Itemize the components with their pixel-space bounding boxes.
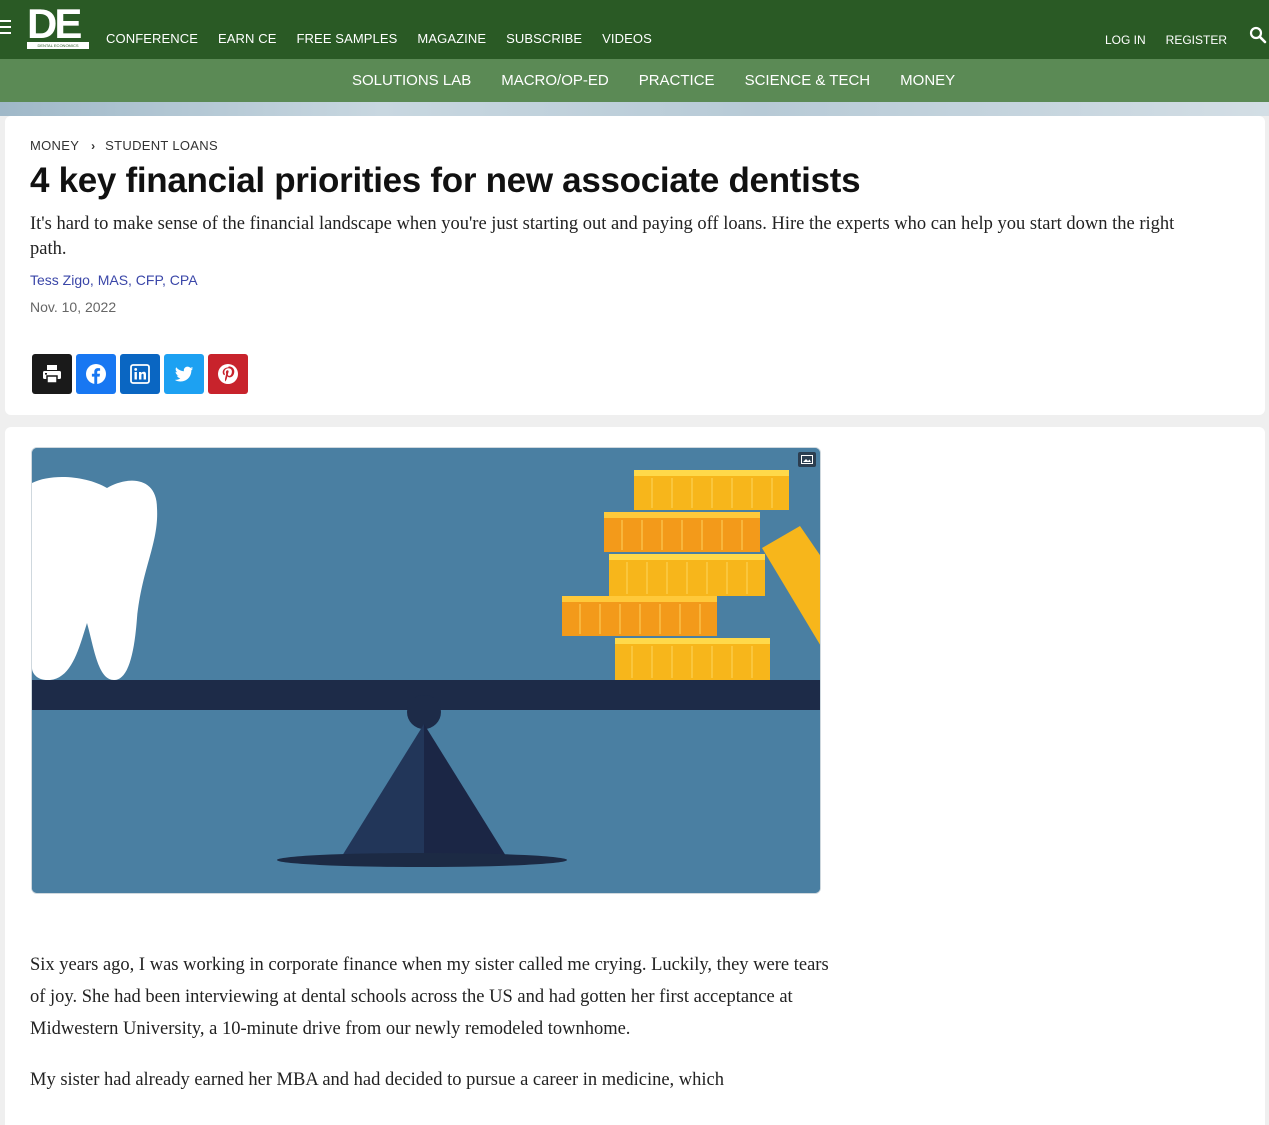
article-hero-image <box>32 448 820 893</box>
print-button[interactable] <box>32 354 72 394</box>
nav-earn-ce[interactable]: EARN CE <box>218 31 277 46</box>
nav-magazine[interactable]: MAGAZINE <box>417 31 486 46</box>
breadcrumb-money[interactable]: MONEY <box>30 138 79 153</box>
print-icon <box>43 365 61 384</box>
linkedin-icon <box>130 364 150 384</box>
article-dek: It's hard to make sense of the financial… <box>30 214 1175 259</box>
facebook-icon <box>86 364 106 384</box>
publish-date: Nov. 10, 2022 <box>30 299 117 315</box>
chevron-right-icon: › <box>91 138 96 153</box>
nav-conference[interactable]: CONFERENCE <box>106 31 198 46</box>
article-paragraph: My sister had already earned her MBA and… <box>30 1070 725 1090</box>
section-macro-op-ed[interactable]: MACRO/OP-ED <box>501 72 609 89</box>
hamburger-menu-icon[interactable] <box>0 20 12 34</box>
login-link[interactable]: LOG IN <box>1105 33 1146 47</box>
share-buttons <box>32 354 248 394</box>
twitter-share-button[interactable] <box>164 354 204 394</box>
top-nav-bar: DE DENTAL ECONOMICS CONFERENCE EARN CE F… <box>0 0 1269 59</box>
section-nav: SOLUTIONS LAB MACRO/OP-ED PRACTICE SCIEN… <box>352 72 985 89</box>
article-header-card: MONEY › STUDENT LOANS 4 key financial pr… <box>5 116 1265 415</box>
section-practice[interactable]: PRACTICE <box>639 72 715 89</box>
linkedin-share-button[interactable] <box>120 354 160 394</box>
article-body-card: Six years ago, I was working in corporat… <box>5 427 1265 1125</box>
section-solutions-lab[interactable]: SOLUTIONS LAB <box>352 72 471 89</box>
logo-subtitle: DENTAL ECONOMICS <box>27 42 89 49</box>
nav-free-samples[interactable]: FREE SAMPLES <box>297 31 398 46</box>
expand-image-icon[interactable] <box>798 452 816 467</box>
logo-letters: DE <box>27 0 82 47</box>
search-icon[interactable] <box>1249 26 1267 44</box>
breadcrumb-student-loans[interactable]: STUDENT LOANS <box>105 138 218 153</box>
author-link[interactable]: Tess Zigo, MAS, CFP, CPA <box>30 272 198 288</box>
auth-links: LOG IN REGISTER <box>1085 33 1227 47</box>
nav-videos[interactable]: VIDEOS <box>602 31 652 46</box>
article-title: 4 key financial priorities for new assoc… <box>30 161 861 200</box>
tooth-coins-scale-illustration <box>32 448 820 893</box>
primary-nav: CONFERENCE EARN CE FREE SAMPLES MAGAZINE… <box>106 31 672 46</box>
twitter-icon <box>174 366 194 382</box>
section-money[interactable]: MONEY <box>900 72 955 89</box>
article-paragraph: Six years ago, I was working in corporat… <box>30 955 829 1039</box>
hero-background-strip <box>0 102 1269 116</box>
section-nav-bar: SOLUTIONS LAB MACRO/OP-ED PRACTICE SCIEN… <box>0 59 1269 102</box>
section-science-tech[interactable]: SCIENCE & TECH <box>745 72 871 89</box>
article-body: Six years ago, I was working in corporat… <box>30 949 830 1115</box>
facebook-share-button[interactable] <box>76 354 116 394</box>
breadcrumb: MONEY › STUDENT LOANS <box>30 138 218 153</box>
register-link[interactable]: REGISTER <box>1166 33 1227 47</box>
pinterest-icon <box>218 364 238 384</box>
site-logo[interactable]: DE DENTAL ECONOMICS <box>27 0 91 50</box>
nav-subscribe[interactable]: SUBSCRIBE <box>506 31 582 46</box>
pinterest-share-button[interactable] <box>208 354 248 394</box>
